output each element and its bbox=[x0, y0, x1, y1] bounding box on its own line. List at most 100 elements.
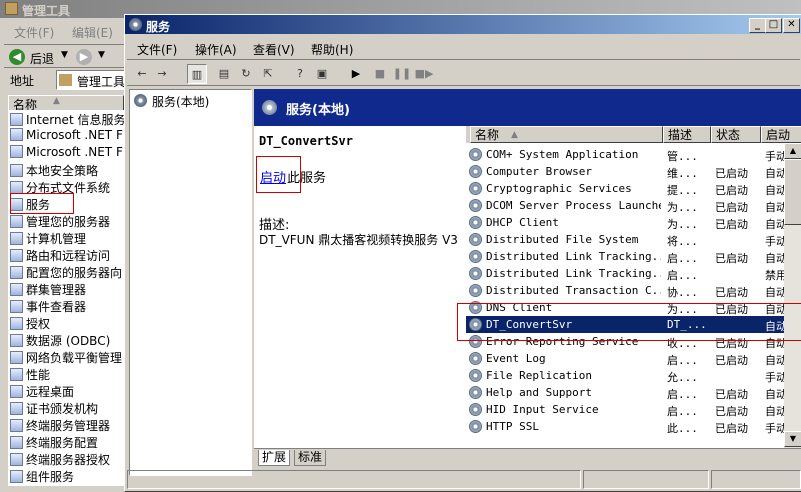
bg-list-item[interactable]: Microsoft .NET F bbox=[10, 128, 123, 145]
menu-action[interactable]: 操作(A) bbox=[195, 41, 237, 58]
forward-arrow-icon[interactable]: ▶ bbox=[76, 49, 92, 65]
help-icon[interactable]: ? bbox=[291, 64, 309, 82]
bg-list-item[interactable]: 配置您的服务器向 bbox=[10, 264, 122, 281]
gear-icon bbox=[469, 386, 482, 399]
bg-list-item[interactable]: Internet 信息服务 bbox=[10, 111, 124, 128]
bg-list-item[interactable]: 终端服务器授权 bbox=[10, 451, 110, 468]
forward-icon[interactable]: → bbox=[153, 64, 171, 82]
bg-list-item-label: 事件查看器 bbox=[26, 300, 87, 314]
menu-help[interactable]: 帮助(H) bbox=[311, 41, 353, 58]
service-status-cell: 已启动 bbox=[715, 388, 748, 401]
bg-list-item[interactable]: Microsoft .NET F bbox=[10, 145, 123, 162]
bg-list-item[interactable]: 路由和远程访问 bbox=[10, 247, 110, 264]
service-row[interactable]: Distributed Link Tracking... 启... 禁用 bbox=[466, 265, 801, 282]
service-name-cell: DCOM Server Process Launcher bbox=[486, 199, 661, 212]
services-titlebar[interactable]: 服务 _ □ ✕ bbox=[125, 15, 801, 34]
bg-list-item[interactable]: 管理您的服务器 bbox=[10, 213, 110, 230]
bg-list-header[interactable]: 名称 ▲ bbox=[8, 95, 124, 112]
bg-list-item[interactable]: 数据源 (ODBC) bbox=[10, 332, 110, 349]
bg-list-item[interactable]: 性能 bbox=[10, 366, 50, 383]
service-row[interactable]: Distributed File System 将... 手动 bbox=[466, 231, 801, 248]
column-header-startup[interactable]: 启动 bbox=[761, 126, 801, 143]
service-row[interactable]: DT_ConvertSvr DT_... 自动 bbox=[466, 316, 801, 333]
scroll-up-icon[interactable]: ▲ bbox=[784, 143, 801, 159]
maximize-button[interactable]: □ bbox=[765, 18, 782, 33]
play-icon[interactable]: ▶ bbox=[347, 64, 365, 82]
column-header-status[interactable]: 状态 bbox=[711, 126, 761, 143]
admin-tool-icon bbox=[10, 334, 23, 347]
menu-file[interactable]: 文件(F) bbox=[137, 41, 177, 58]
service-row[interactable]: File Replication 允... 手动 bbox=[466, 367, 801, 384]
service-row[interactable]: DCOM Server Process Launcher 为... 已启动 自动 bbox=[466, 197, 801, 214]
bg-list-item-label: 本地安全策略 bbox=[26, 164, 99, 178]
address-bar[interactable]: 管理工具 bbox=[56, 70, 128, 90]
service-row[interactable]: Error Reporting Service 收... 已启动 自动 bbox=[466, 333, 801, 350]
service-row[interactable]: DNS Client 为... 已启动 自动 bbox=[466, 299, 801, 316]
scroll-thumb[interactable] bbox=[784, 159, 801, 225]
service-row[interactable]: HID Input Service 启... 已启动 自动 bbox=[466, 401, 801, 418]
bg-list-item[interactable]: 本地安全策略 bbox=[10, 162, 98, 179]
gear-icon bbox=[469, 233, 482, 246]
bg-menu-edit[interactable]: 编辑(E) bbox=[72, 24, 113, 41]
vertical-scrollbar[interactable]: ▲ ▼ bbox=[784, 143, 801, 448]
service-name-cell: Event Log bbox=[486, 352, 546, 365]
bg-list-item[interactable]: 授权 bbox=[10, 315, 50, 332]
bg-list-item[interactable]: 计算机管理 bbox=[10, 230, 86, 247]
bg-window-title: 管理工具 bbox=[22, 4, 71, 18]
scroll-down-icon[interactable]: ▼ bbox=[784, 431, 801, 447]
tab-standard[interactable]: 标准 bbox=[294, 450, 327, 466]
service-row[interactable]: Distributed Link Tracking... 启... 已启动 自动 bbox=[466, 248, 801, 265]
console-icon[interactable]: ▣ bbox=[313, 64, 331, 82]
column-header-name[interactable]: 名称 ▲ bbox=[470, 126, 663, 143]
service-row[interactable]: HTTP SSL 此... 已启动 手动 bbox=[466, 418, 801, 435]
back-arrow-icon[interactable]: ◀ bbox=[9, 49, 25, 65]
show-tree-icon[interactable]: ▥ bbox=[187, 64, 207, 84]
tree-item-services-local[interactable]: 服务(本地) bbox=[152, 93, 209, 110]
bg-list-item[interactable]: 远程桌面 bbox=[10, 383, 74, 400]
bg-list-item[interactable]: 终端服务管理器 bbox=[10, 417, 110, 434]
minimize-button[interactable]: _ bbox=[749, 18, 766, 33]
service-row[interactable]: Event Log 启... 已启动 自动 bbox=[466, 350, 801, 367]
bg-list-item[interactable]: 群集管理器 bbox=[10, 281, 86, 298]
export-list-icon[interactable]: ⇱ bbox=[259, 64, 277, 82]
service-row[interactable]: Computer Browser 维... 已启动 自动 bbox=[466, 163, 801, 180]
address-value: 管理工具 bbox=[77, 75, 126, 89]
bg-list-item[interactable]: 分布式文件系统 bbox=[10, 179, 110, 196]
service-row[interactable]: Help and Support 启... 已启动 自动 bbox=[466, 384, 801, 401]
bg-list-item-label: 终端服务配置 bbox=[26, 436, 99, 450]
service-row[interactable]: COM+ System Application 管... 手动 bbox=[466, 146, 801, 163]
bg-list-item[interactable]: 网络负载平衡管理 bbox=[10, 349, 122, 366]
column-header-desc[interactable]: 描述 bbox=[663, 126, 711, 143]
back-icon[interactable]: ← bbox=[133, 64, 151, 82]
properties-icon[interactable]: ▤ bbox=[215, 64, 233, 82]
service-desc-cell: 启... bbox=[667, 252, 698, 265]
console-tree: 服务(本地) bbox=[129, 89, 252, 476]
bg-list-item[interactable]: 证书颁发机构 bbox=[10, 400, 98, 417]
back-dropdown-icon[interactable]: ▼ bbox=[61, 50, 68, 60]
service-status-cell: 已启动 bbox=[715, 201, 748, 214]
service-list[interactable]: 名称 ▲ 描述 状态 启动 COM+ System Application 管..… bbox=[466, 126, 801, 448]
detail-service-name: DT_ConvertSvr bbox=[259, 134, 353, 148]
forward-dropdown-icon[interactable]: ▼ bbox=[98, 50, 105, 60]
status-bar bbox=[125, 466, 801, 491]
close-button[interactable]: ✕ bbox=[783, 18, 800, 33]
stop-icon[interactable]: ■ bbox=[371, 64, 389, 82]
service-row[interactable]: DHCP Client 为... 已启动 自动 bbox=[466, 214, 801, 231]
bg-list-item[interactable]: 终端服务配置 bbox=[10, 434, 98, 451]
bg-list-item[interactable]: 服务 bbox=[10, 196, 50, 213]
bg-list-item-label: 分布式文件系统 bbox=[26, 181, 111, 195]
restart-icon[interactable]: ■▶ bbox=[415, 64, 434, 82]
service-row[interactable]: Cryptographic Services 提... 已启动 自动 bbox=[466, 180, 801, 197]
start-service-link[interactable]: 启动 bbox=[260, 167, 286, 186]
refresh-icon[interactable]: ↻ bbox=[237, 64, 255, 82]
bg-menu-file[interactable]: 文件(F) bbox=[14, 24, 54, 41]
bg-list-item[interactable]: 事件查看器 bbox=[10, 298, 86, 315]
bg-list-item[interactable]: 组件服务 bbox=[10, 468, 74, 485]
bg-list-item-label: 授权 bbox=[26, 317, 51, 331]
service-row[interactable]: Distributed Transaction C... 协... 已启动 自动 bbox=[466, 282, 801, 299]
menu-view[interactable]: 查看(V) bbox=[253, 41, 295, 58]
gear-icon bbox=[469, 420, 482, 433]
pause-icon[interactable]: ❚❚ bbox=[393, 64, 411, 82]
tab-extended[interactable]: 扩展 bbox=[258, 450, 291, 466]
back-button-label[interactable]: 后退 bbox=[30, 50, 54, 67]
